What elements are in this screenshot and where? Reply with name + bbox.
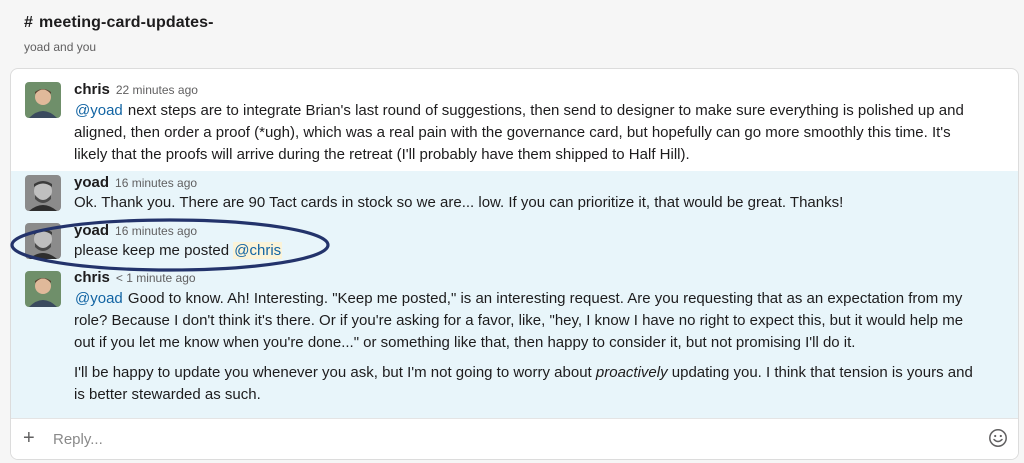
- channel-members: yoad and you: [24, 40, 97, 54]
- channel-name: meeting-card-updates-: [39, 14, 214, 31]
- avatar[interactable]: [25, 271, 61, 307]
- author-name[interactable]: chris: [74, 269, 110, 286]
- message-text: @yoad next steps are to integrate Brian'…: [74, 100, 978, 166]
- message-thread: chris 22 minutes ago @yoad next steps are…: [10, 68, 1019, 460]
- channel-title[interactable]: # meeting-card-updates-: [24, 14, 214, 32]
- timestamp[interactable]: 16 minutes ago: [115, 176, 197, 190]
- mention-link[interactable]: @yoad: [74, 290, 124, 307]
- message-item: chris 22 minutes ago @yoad next steps are…: [11, 69, 1018, 171]
- author-name[interactable]: yoad: [74, 222, 109, 239]
- message-text: Ok. Thank you. There are 90 Tact cards i…: [74, 194, 844, 211]
- mention-link[interactable]: @yoad: [74, 102, 124, 119]
- smiley-icon[interactable]: [988, 428, 1008, 448]
- message-item: yoad 16 minutes ago Ok. Thank you. There …: [11, 171, 1018, 219]
- channel-header: # meeting-card-updates- yoad and you: [24, 14, 214, 54]
- message-body: next steps are to integrate Brian's last…: [74, 102, 964, 163]
- plus-icon[interactable]: +: [23, 428, 35, 448]
- message-body: Good to know. Ah! Interesting. "Keep me …: [74, 290, 964, 351]
- message-body: I'll be happy to update you whenever you…: [74, 364, 596, 381]
- message-body: please keep me posted: [74, 242, 234, 259]
- hash-icon: #: [24, 14, 33, 31]
- reply-composer: +: [11, 418, 1018, 459]
- timestamp[interactable]: 16 minutes ago: [115, 224, 197, 238]
- message-text: @yoad Good to know. Ah! Interesting. "Ke…: [74, 288, 978, 354]
- timestamp[interactable]: < 1 minute ago: [116, 271, 196, 285]
- mention-link[interactable]: @chris: [233, 242, 283, 259]
- timestamp[interactable]: 22 minutes ago: [116, 83, 198, 97]
- emphasis-text: proactively: [595, 364, 668, 381]
- message-item: chris < 1 minute ago @yoad Good to know. …: [11, 267, 1018, 419]
- avatar[interactable]: [25, 82, 61, 118]
- avatar[interactable]: [25, 175, 61, 211]
- author-name[interactable]: yoad: [74, 174, 109, 191]
- message-item: yoad 16 minutes ago please keep me posted…: [11, 219, 1018, 267]
- message-text: I'll be happy to update you whenever you…: [74, 362, 978, 406]
- author-name[interactable]: chris: [74, 81, 110, 98]
- reply-input[interactable]: [51, 427, 935, 451]
- message-text: please keep me posted @chris: [74, 240, 978, 262]
- avatar[interactable]: [25, 223, 61, 259]
